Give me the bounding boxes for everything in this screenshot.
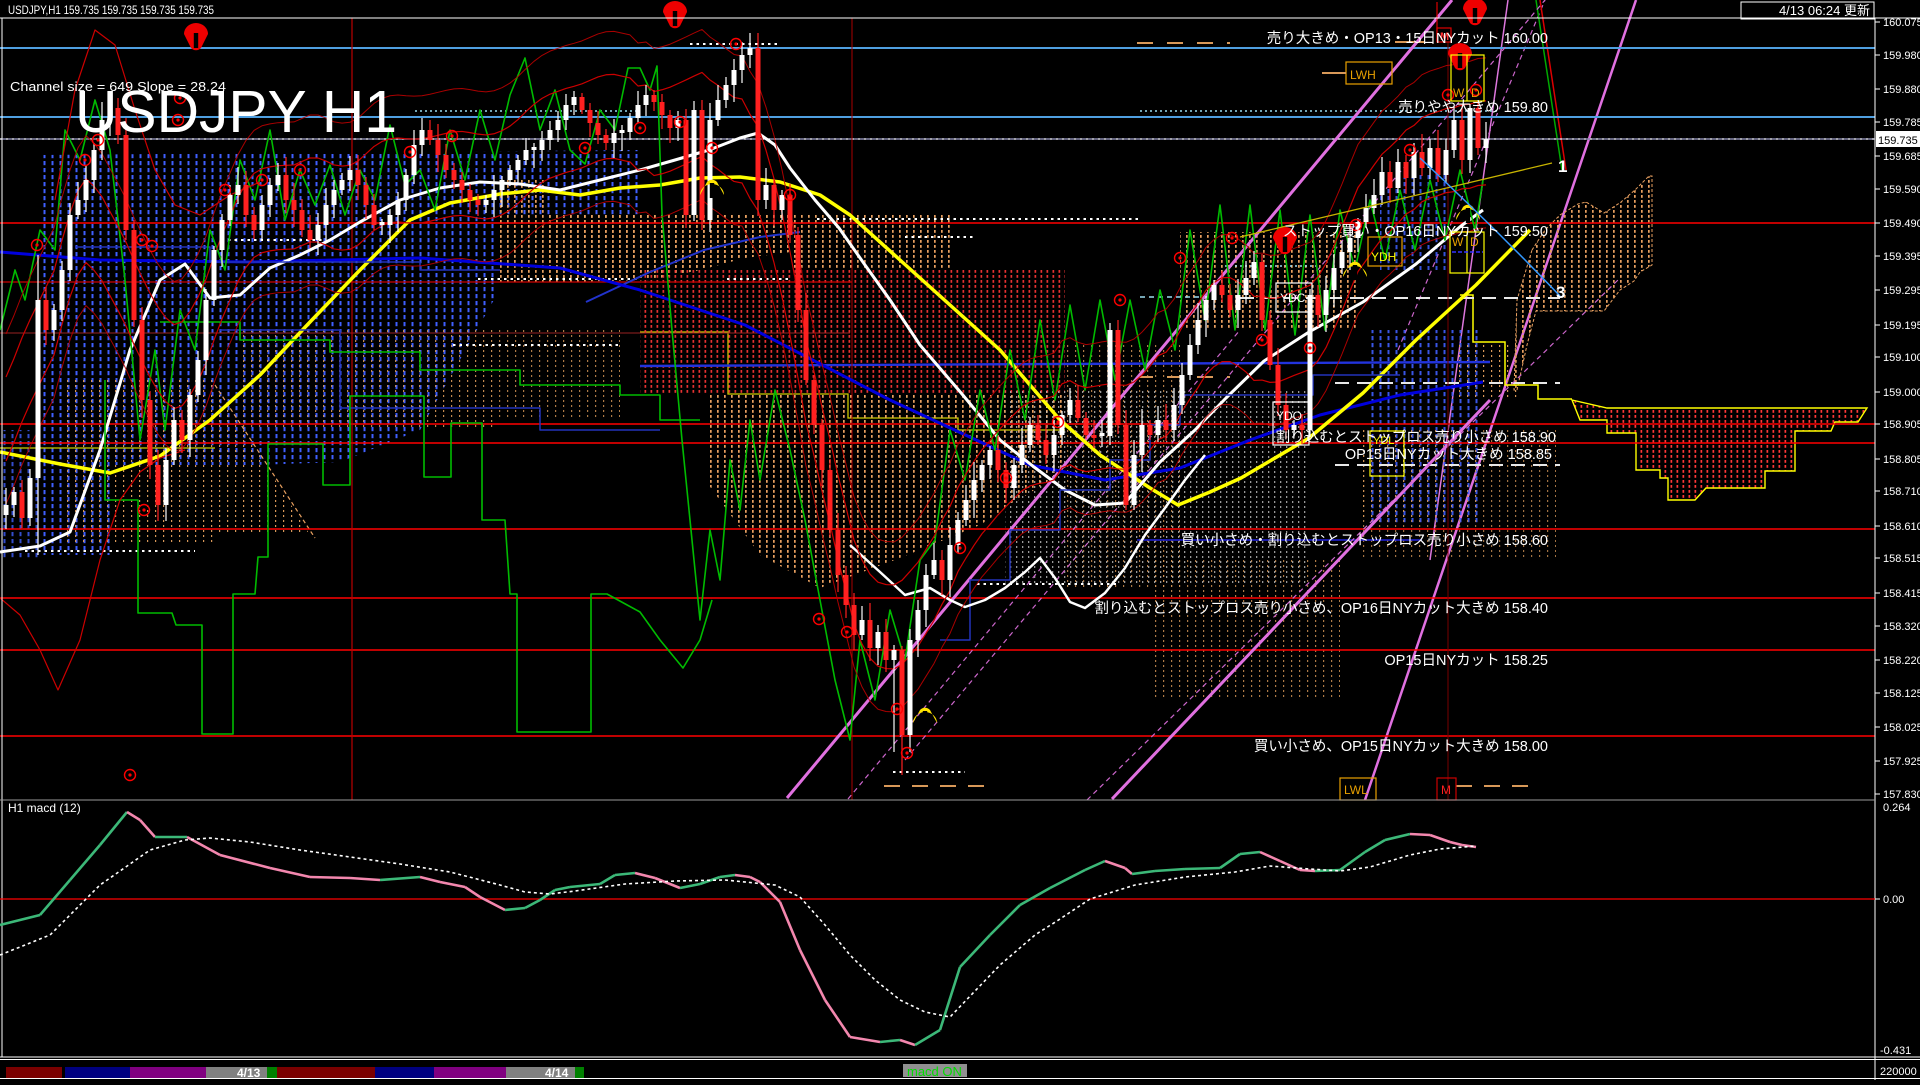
svg-text:158.220: 158.220 — [1883, 655, 1920, 667]
svg-text:LWH: LWH — [1350, 68, 1376, 82]
svg-text:220000: 220000 — [1880, 1066, 1917, 1078]
svg-text:OP15日NYカット大きめ 158.85: OP15日NYカット大きめ 158.85 — [1345, 446, 1552, 463]
svg-text:買い小さめ、OP15日NYカット大きめ 158.00: 買い小さめ、OP15日NYカット大きめ 158.00 — [1254, 738, 1548, 755]
svg-text:YDC: YDC — [1280, 291, 1306, 305]
svg-text:157.925: 157.925 — [1883, 756, 1920, 768]
svg-text:158.025: 158.025 — [1883, 722, 1920, 734]
svg-text:macd ON: macd ON — [907, 1064, 962, 1079]
svg-text:159.100: 159.100 — [1883, 352, 1920, 364]
svg-text:USDJPY,H1 159.735 159.735 159: USDJPY,H1 159.735 159.735 159.735 159.73… — [8, 3, 214, 17]
svg-text:159.735: 159.735 — [1878, 135, 1918, 147]
svg-text:YDO: YDO — [1276, 409, 1302, 423]
svg-text:D: D — [1471, 86, 1480, 100]
svg-text:4/14: 4/14 — [545, 1066, 569, 1080]
svg-text:LWL: LWL — [1344, 783, 1368, 797]
svg-text:0.00: 0.00 — [1883, 894, 1904, 906]
svg-text:158.415: 158.415 — [1883, 588, 1920, 600]
svg-text:160.075: 160.075 — [1883, 17, 1920, 29]
svg-text:159.395: 159.395 — [1883, 251, 1920, 263]
svg-text:159.685: 159.685 — [1883, 151, 1920, 163]
svg-text:3: 3 — [1556, 283, 1565, 302]
svg-text:158.610: 158.610 — [1883, 521, 1920, 533]
svg-text:ストップ買い・OP16日NYカット 159.50: ストップ買い・OP16日NYカット 159.50 — [1283, 223, 1548, 240]
svg-text:YDH: YDH — [1371, 250, 1396, 264]
svg-text:USDJPY H1: USDJPY H1 — [75, 79, 397, 145]
svg-text:158.515: 158.515 — [1883, 553, 1920, 565]
svg-text:158.320: 158.320 — [1883, 621, 1920, 633]
svg-text:H1 macd (12): H1 macd (12) — [8, 801, 81, 815]
svg-text:1: 1 — [1558, 157, 1567, 176]
svg-text:-0.431: -0.431 — [1880, 1045, 1911, 1057]
svg-text:0.264: 0.264 — [1883, 802, 1911, 814]
svg-text:158.905: 158.905 — [1883, 419, 1920, 431]
svg-text:159.000: 159.000 — [1883, 387, 1920, 399]
svg-text:M: M — [1441, 783, 1451, 797]
svg-text:159.785: 159.785 — [1883, 117, 1920, 129]
svg-text:割り込むとストップロス売り小さめ、OP16日NYカット大きめ: 割り込むとストップロス売り小さめ、OP16日NYカット大きめ 158.40 — [1094, 600, 1548, 617]
svg-text:158.710: 158.710 — [1883, 486, 1920, 498]
svg-text:158.125: 158.125 — [1883, 688, 1920, 700]
svg-text:158.805: 158.805 — [1883, 454, 1920, 466]
svg-text:W: W — [1453, 86, 1465, 100]
svg-text:売り大きめ・OP13・15日NYカット 160.00: 売り大きめ・OP13・15日NYカット 160.00 — [1267, 30, 1548, 47]
svg-text:割り込むとストップロス売り小さめ 158.90: 割り込むとストップロス売り小さめ 158.90 — [1276, 429, 1556, 446]
svg-text:159.880: 159.880 — [1883, 84, 1920, 96]
svg-text:159.295: 159.295 — [1883, 285, 1920, 297]
svg-text:157.830: 157.830 — [1883, 789, 1920, 801]
svg-text:売りやや大きめ 159.80: 売りやや大きめ 159.80 — [1398, 99, 1548, 116]
svg-text:4/13 06:24 更新: 4/13 06:24 更新 — [1779, 3, 1870, 18]
svg-text:159.195: 159.195 — [1883, 320, 1920, 332]
svg-text:買い小さめ・割り込むとストップロス売り小さめ 158.60: 買い小さめ・割り込むとストップロス売り小さめ 158.60 — [1181, 532, 1548, 549]
svg-text:OP15日NYカット 158.25: OP15日NYカット 158.25 — [1384, 653, 1548, 669]
svg-text:4/13: 4/13 — [237, 1066, 261, 1080]
svg-text:159.590: 159.590 — [1883, 184, 1920, 196]
svg-text:159.490: 159.490 — [1883, 218, 1920, 230]
svg-text:159.980: 159.980 — [1883, 50, 1920, 62]
